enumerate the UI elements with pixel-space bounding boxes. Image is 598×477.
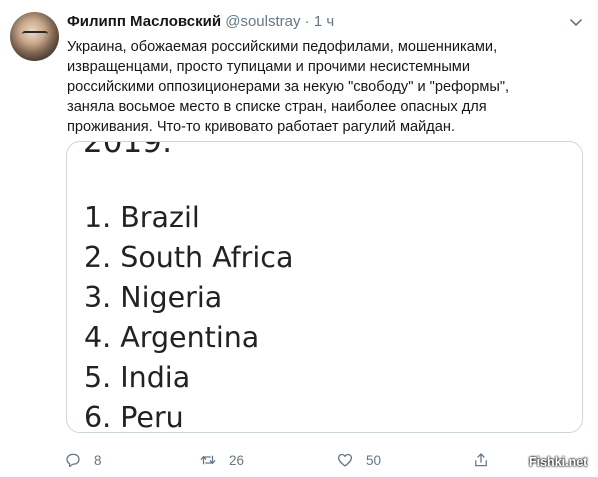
retweet-count: 26 (229, 452, 245, 468)
share-icon (475, 453, 487, 467)
chevron-down-icon[interactable] (568, 14, 584, 30)
tweet-text-line: проживания. Что-то кривовато работает ра… (67, 119, 456, 135)
tweet-text-line: заняла восьмое место в списке стран, наи… (67, 99, 487, 115)
reply-count: 8 (94, 452, 102, 468)
media-country-item: 1. Brazil (84, 201, 200, 234)
media-year-text: 2019: (83, 141, 173, 160)
watermark: Fishki.net (529, 455, 588, 469)
author-handle[interactable]: @soulstray (225, 13, 300, 30)
media-country-item: 4. Argentina (84, 321, 260, 354)
tweet-text-line: извращенцами, просто тупицами и прочими … (67, 59, 470, 75)
avatar[interactable] (10, 12, 59, 61)
media-country-item: 5. India (84, 361, 191, 394)
retweet-icon (200, 455, 216, 465)
separator-dot: · (304, 13, 310, 30)
like-count: 50 (366, 452, 382, 468)
like-icon (337, 453, 353, 467)
media-country-item: 2. South Africa (84, 241, 294, 274)
reply-icon (66, 453, 80, 468)
tweet-media-image[interactable]: 2019: 1. Brazil 2. South Africa 3. Niger… (66, 141, 583, 433)
reply-button[interactable]: 8 (64, 448, 102, 472)
tweet-time[interactable]: 1 ч (314, 13, 334, 30)
tweet-actions: 8 26 50 (0, 448, 598, 472)
media-country-item: 3. Nigeria (84, 281, 223, 314)
tweet-text-line: российскими оппозиционерами за некую "св… (67, 79, 510, 95)
share-button[interactable] (472, 448, 502, 472)
like-button[interactable]: 50 (336, 448, 381, 472)
media-country-item: 6. Peru (84, 401, 184, 433)
avatar-glasses (22, 31, 48, 40)
tweet-text-line: Украина, обожаемая российскими педофилам… (67, 39, 498, 55)
author-name[interactable]: Филипп Масловский (67, 13, 221, 30)
retweet-button[interactable]: 26 (199, 448, 244, 472)
tweet-text: Украина, обожаемая российскими педофилам… (67, 37, 572, 137)
tweet-header: Филипп Масловский @soulstray · 1 ч (67, 12, 334, 32)
